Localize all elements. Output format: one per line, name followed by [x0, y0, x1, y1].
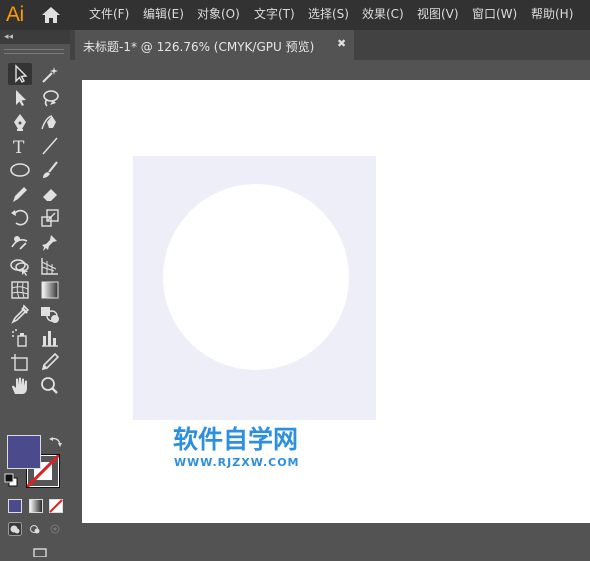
- app-logo: Ai: [6, 3, 24, 26]
- circle-shape[interactable]: [163, 184, 349, 370]
- watermark-url: WWW.RJZXW.COM: [174, 456, 300, 469]
- color-mode-icon[interactable]: [8, 498, 22, 513]
- close-icon[interactable]: ✖: [337, 37, 346, 50]
- menu-object[interactable]: 对象(O): [197, 7, 240, 21]
- collapse-panel-icon[interactable]: ◂◂: [4, 31, 13, 43]
- menu-effect[interactable]: 效果(C): [362, 7, 404, 21]
- document-tab-bar: 未标题-1* @ 126.76% (CMYK/GPU 预览) ✖: [70, 30, 590, 60]
- canvas-area[interactable]: 软件自学网 WWW.RJZXW.COM: [70, 60, 590, 523]
- screen-mode-icon[interactable]: [30, 542, 48, 558]
- rectangle-shape[interactable]: [133, 156, 376, 420]
- menu-bar: Ai 文件(F) 编辑(E) 对象(O) 文字(T) 选择(S) 效果(C) 视…: [0, 0, 590, 30]
- menu-window[interactable]: 窗口(W): [472, 7, 517, 21]
- rotate-tool-icon[interactable]: [8, 207, 32, 229]
- type-tool-icon[interactable]: T: [8, 135, 32, 157]
- fill-swatch[interactable]: [7, 435, 41, 469]
- draw-behind-icon[interactable]: [28, 521, 42, 535]
- menu-view[interactable]: 视图(V): [417, 7, 459, 21]
- selection-tool-icon[interactable]: [8, 63, 32, 85]
- svg-text:T: T: [13, 138, 25, 157]
- slice-tool-icon[interactable]: [38, 351, 62, 373]
- magic-wand-tool-icon[interactable]: [38, 63, 62, 85]
- pen-tool-icon[interactable]: [8, 111, 32, 133]
- gradient-mode-icon[interactable]: [29, 498, 43, 513]
- blend-tool-icon[interactable]: [38, 303, 62, 325]
- symbol-sprayer-tool-icon[interactable]: [8, 327, 32, 349]
- hand-tool-icon[interactable]: [8, 375, 32, 397]
- toolbox-grip[interactable]: [4, 49, 64, 54]
- curvature-tool-icon[interactable]: [38, 111, 62, 133]
- pencil-tool-icon[interactable]: [8, 183, 32, 205]
- paintbrush-tool-icon[interactable]: [38, 159, 62, 181]
- ellipse-tool-icon[interactable]: [8, 159, 32, 181]
- toolbox-header: ◂◂: [0, 30, 70, 44]
- artboard[interactable]: 软件自学网 WWW.RJZXW.COM: [82, 80, 590, 523]
- eraser-tool-icon[interactable]: [38, 183, 62, 205]
- perspective-grid-tool-icon[interactable]: [38, 255, 62, 277]
- none-mode-icon[interactable]: [49, 498, 63, 513]
- watermark-title: 软件自学网: [173, 425, 299, 454]
- swap-fill-stroke-icon[interactable]: [48, 434, 64, 450]
- document-tab-title: 未标题-1* @ 126.76% (CMYK/GPU 预览): [83, 40, 315, 54]
- toolbox-panel: ◂◂ T: [0, 30, 70, 558]
- draw-inside-icon[interactable]: [48, 521, 62, 535]
- puppet-warp-tool-icon[interactable]: [8, 231, 32, 253]
- menu-edit[interactable]: 编辑(E): [143, 7, 184, 21]
- draw-normal-icon[interactable]: [8, 521, 22, 536]
- menu-file[interactable]: 文件(F): [89, 7, 129, 21]
- column-graph-tool-icon[interactable]: [38, 327, 62, 349]
- pin-tool-icon[interactable]: [38, 231, 62, 253]
- gradient-tool-icon[interactable]: [38, 279, 62, 301]
- artboard-tool-icon[interactable]: [8, 351, 32, 373]
- document-tab[interactable]: 未标题-1* @ 126.76% (CMYK/GPU 预览) ✖: [75, 30, 354, 60]
- home-icon[interactable]: [40, 5, 62, 25]
- eyedropper-tool-icon[interactable]: [8, 303, 32, 325]
- default-fill-stroke-icon[interactable]: [4, 472, 18, 487]
- zoom-tool-icon[interactable]: [38, 375, 62, 397]
- menu-select[interactable]: 选择(S): [308, 7, 349, 21]
- line-segment-tool-icon[interactable]: [38, 135, 62, 157]
- menu-help[interactable]: 帮助(H): [531, 7, 573, 21]
- scale-tool-icon[interactable]: [38, 207, 62, 229]
- lasso-tool-icon[interactable]: [38, 87, 62, 109]
- mesh-tool-icon[interactable]: [8, 279, 32, 301]
- menu-type[interactable]: 文字(T): [254, 7, 295, 21]
- shape-builder-tool-icon[interactable]: [8, 255, 32, 277]
- direct-selection-tool-icon[interactable]: [8, 87, 32, 109]
